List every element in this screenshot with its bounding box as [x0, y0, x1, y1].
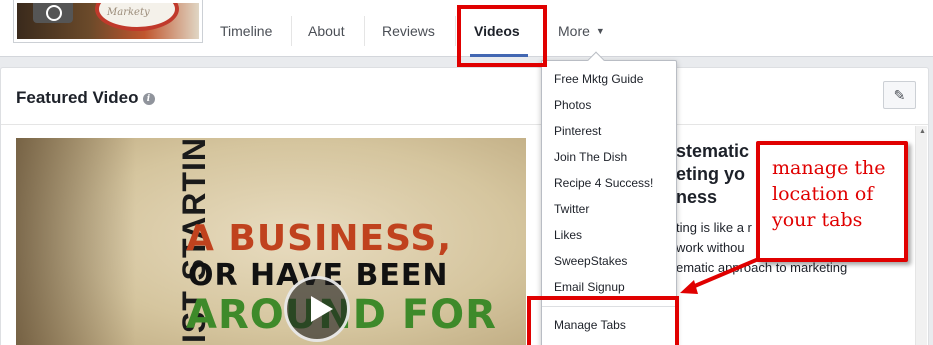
- pencil-icon: ✎: [893, 87, 906, 103]
- tab-more-label: More: [558, 23, 590, 39]
- featured-video-player[interactable]: IST STARTING A BUSINESS, OR HAVE BEEN AR…: [16, 138, 526, 345]
- dropdown-item-pinterest[interactable]: Pinterest: [554, 124, 601, 138]
- tab-reviews[interactable]: Reviews: [382, 10, 435, 52]
- camera-icon[interactable]: [33, 3, 73, 23]
- plate-logo-text: Markety: [107, 7, 150, 18]
- video-text-line-1: A BUSINESS,: [186, 218, 453, 259]
- scroll-up-arrow-icon[interactable]: ▲: [919, 128, 926, 135]
- edit-pencil-button[interactable]: ✎: [883, 81, 916, 109]
- dropdown-item-recipe-4-success[interactable]: Recipe 4 Success!: [554, 176, 653, 190]
- dropdown-item-likes[interactable]: Likes: [554, 228, 582, 242]
- dropdown-item-sweepstakes[interactable]: SweepStakes: [554, 254, 627, 268]
- tab-divider: [291, 16, 292, 46]
- annotation-callout: manage the location of your tabs: [756, 141, 908, 262]
- tab-divider: [455, 16, 456, 46]
- video-shadow: [16, 138, 136, 345]
- tab-timeline[interactable]: Timeline: [220, 10, 272, 52]
- profile-plate-image: Markety: [95, 3, 179, 31]
- dropdown-item-free-mktg-guide[interactable]: Free Mktg Guide: [554, 72, 643, 86]
- dropdown-item-twitter[interactable]: Twitter: [554, 202, 589, 216]
- info-icon[interactable]: i: [142, 93, 155, 105]
- manage-tabs-highlight: [527, 296, 679, 345]
- dropdown-item-photos[interactable]: Photos: [554, 98, 591, 112]
- dropdown-item-join-the-dish[interactable]: Join The Dish: [554, 150, 627, 164]
- card-title: Featured Video: [16, 88, 139, 107]
- videos-tab-highlight: [457, 5, 547, 67]
- profile-picture[interactable]: Markety: [14, 0, 202, 42]
- scrollbar[interactable]: ▲: [915, 126, 927, 345]
- featured-video-heading: Featured Video i: [16, 88, 155, 108]
- tab-about[interactable]: About: [308, 10, 345, 52]
- callout-text: manage the location of your tabs: [772, 157, 886, 231]
- dropdown-item-email-signup[interactable]: Email Signup: [554, 280, 625, 294]
- card-divider: [1, 124, 928, 125]
- tab-divider: [364, 16, 365, 46]
- tab-more[interactable]: More ▼: [558, 10, 605, 52]
- caret-down-icon: ▼: [595, 26, 605, 36]
- play-icon[interactable]: [284, 276, 350, 342]
